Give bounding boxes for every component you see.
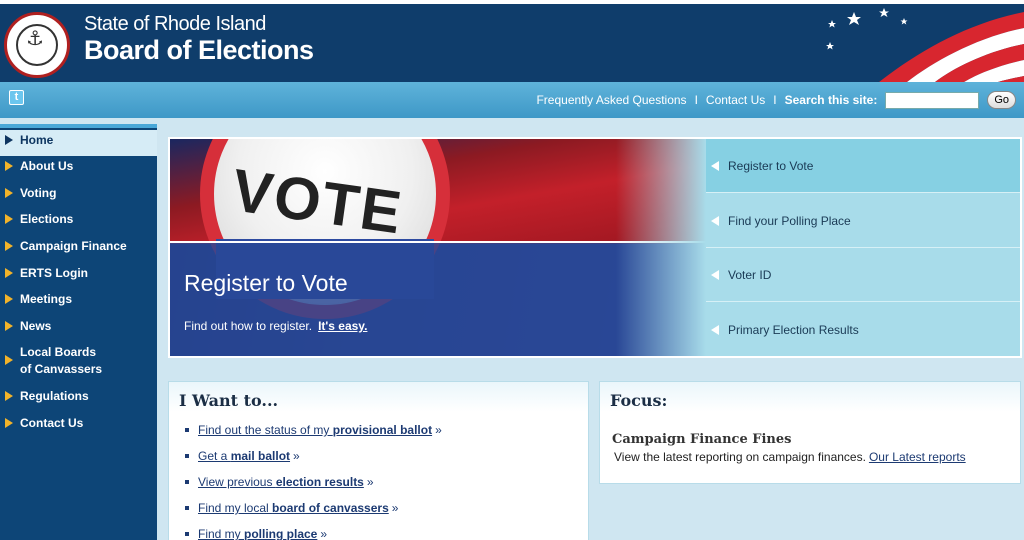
arrow-icon [5,161,13,171]
arrow-icon [5,214,13,224]
banner-menu: Register to Vote Find your Polling Place… [706,139,1020,356]
search-input[interactable] [885,91,980,109]
arrow-icon [5,135,13,145]
triangle-left-icon [711,325,719,335]
chevron-icon: » [391,501,399,515]
sidebar-item-label: Voting [20,186,57,200]
chevron-icon: » [320,527,328,540]
hero-banner: VOTE Register to Vote Find out how to re… [168,137,1022,358]
election-results-link[interactable]: View previous election results [198,475,364,489]
list-item: Get a mail ballot» [182,446,588,472]
sidebar-item-erts-login[interactable]: ERTS Login [0,263,157,289]
arrow-icon [5,241,13,251]
sidebar-item-label: Local Boards of Canvassers [20,345,103,376]
faq-link[interactable]: Frequently Asked Questions [536,93,686,107]
bullet-icon [185,532,189,536]
triangle-left-icon [711,161,719,171]
sidebar-item-label: Contact Us [20,416,84,430]
flag-decoration [826,8,1024,82]
sidebar-item-label: Home [20,133,54,147]
chevron-icon: » [366,475,374,489]
bullet-icon [185,428,189,432]
list-item: Find my polling place» [182,524,588,540]
sidebar-item-home[interactable]: Home [0,130,157,156]
banner-menu-register[interactable]: Register to Vote [706,139,1020,193]
banner-menu-label: Find your Polling Place [728,214,851,228]
latest-reports-link[interactable]: Our Latest reports [869,450,966,464]
sidebar-item-label: Meetings [20,292,73,306]
i-want-to-heading: I Want to... [169,382,588,412]
sidebar-item-campaign-finance[interactable]: Campaign Finance [0,236,157,263]
i-want-to-list: Find out the status of my provisional ba… [169,420,588,540]
separator: I [694,93,698,107]
sidebar-item-voting[interactable]: Voting [0,183,157,209]
focus-text: View the latest reporting on campaign fi… [614,450,966,464]
sidebar-item-label: Regulations [20,389,89,403]
list-item: Find out the status of my provisional ba… [182,420,588,446]
sidebar-item-meetings[interactable]: Meetings [0,289,157,316]
site-title[interactable]: Board of Elections [84,35,314,66]
bullet-icon [185,480,189,484]
sidebar-item-label: Campaign Finance [20,239,127,253]
search-go-button[interactable]: Go [987,91,1016,109]
arrow-icon [5,391,13,401]
banner-menu-primary-results[interactable]: Primary Election Results [706,303,1020,356]
banner-menu-label: Primary Election Results [728,323,859,337]
chevron-icon: » [435,423,442,437]
vote-button-image[interactable]: VOTE Register to Vote Find out how to re… [170,139,706,356]
chevron-icon: » [293,449,300,463]
site-title-line1: State of Rhode Island [84,13,266,35]
focus-panel: Focus: Campaign Finance Fines View the l… [599,381,1021,484]
board-of-canvassers-link[interactable]: Find my local board of canvassers [198,501,389,515]
its-easy-link[interactable]: It's easy. [318,319,367,333]
separator: I [773,93,777,107]
arrow-icon [5,268,13,278]
sidebar-item-label: About Us [20,159,74,173]
banner-menu-polling-place[interactable]: Find your Polling Place [706,194,1020,248]
focus-title: Campaign Finance Fines [612,432,792,447]
sidebar-item-local-boards[interactable]: Local Boards of Canvassers [0,342,110,386]
bullet-icon [185,506,189,510]
provisional-ballot-link[interactable]: Find out the status of my provisional ba… [198,423,432,437]
state-seal-icon[interactable]: ⚓ [4,12,70,78]
focus-heading: Focus: [600,382,1020,412]
sidebar-item-contact-us[interactable]: Contact Us [0,413,157,440]
utility-links: Frequently Asked Questions I Contact Us … [536,90,1016,110]
sidebar-item-label: ERTS Login [20,266,88,280]
anchor-icon: ⚓ [26,26,44,50]
list-item: View previous election results» [182,472,588,498]
triangle-left-icon [711,216,719,226]
sidebar-item-elections[interactable]: Elections [0,209,157,236]
banner-fade [616,139,706,356]
arrow-icon [5,418,13,428]
bullet-icon [185,454,189,458]
polling-place-link[interactable]: Find my polling place [198,527,317,540]
search-label: Search this site: [784,93,878,107]
arrow-icon [5,355,13,365]
banner-menu-voter-id[interactable]: Voter ID [706,248,1020,302]
utility-bar: t Frequently Asked Questions I Contact U… [0,82,1024,118]
sidebar-item-about-us[interactable]: About Us [0,156,157,183]
triangle-left-icon [711,270,719,280]
contact-us-link[interactable]: Contact Us [706,93,765,107]
arrow-icon [5,188,13,198]
focus-description: View the latest reporting on campaign fi… [614,450,866,464]
sidebar-item-news[interactable]: News [0,316,157,342]
mail-ballot-link[interactable]: Get a mail ballot [198,449,290,463]
banner-title: Register to Vote [184,270,348,296]
sidebar-item-label: News [20,319,52,333]
i-want-to-panel: I Want to... Find out the status of my p… [168,381,589,540]
twitter-icon[interactable]: t [9,90,24,105]
arrow-icon [5,321,13,331]
sidebar-item-label: Elections [20,212,74,226]
site-header: ⚓ State of Rhode Island Board of Electio… [0,0,1024,82]
sidebar-item-regulations[interactable]: Regulations [0,386,157,413]
banner-subtitle-text: Find out how to register. [184,319,313,333]
banner-subtitle: Find out how to register. It's easy. [184,319,367,333]
list-item: Find my local board of canvassers» [182,498,588,524]
banner-menu-label: Register to Vote [728,159,814,173]
banner-menu-label: Voter ID [728,268,772,282]
sidebar-nav: Home About Us Voting Elections Campaign … [0,124,157,540]
arrow-icon [5,294,13,304]
